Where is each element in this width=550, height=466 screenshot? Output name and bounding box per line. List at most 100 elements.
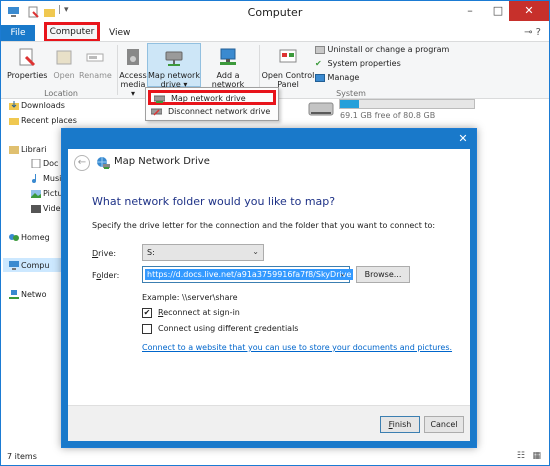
maximize-button[interactable]: □ — [485, 1, 511, 21]
menu-item-disconnect-network-drive[interactable]: Disconnect network drive — [148, 106, 276, 120]
open-button[interactable]: Open — [51, 47, 77, 80]
different-credentials-pre: Connect using different — [158, 324, 255, 333]
homegroup-icon — [9, 234, 19, 241]
folder-label: Folder: — [92, 271, 119, 280]
nav-item-libraries[interactable]: Librari — [21, 145, 46, 154]
drive-letter-select[interactable]: S: ⌄ — [142, 244, 264, 261]
dialog-close-button[interactable]: ✕ — [452, 130, 474, 147]
chevron-down-icon[interactable]: ⌄ — [339, 269, 346, 278]
nav-item-computer[interactable]: Compu — [21, 261, 49, 270]
menu-item-map-network-drive[interactable]: Map network drive — [148, 90, 276, 105]
reconnect-text: econnect at sign-in — [163, 308, 240, 317]
explorer-window: | ▾ Computer – □ ✕ File Computer View ⊸ … — [0, 0, 550, 466]
back-button[interactable]: ← — [74, 155, 90, 171]
open-cp-label-1: Open Control — [261, 71, 315, 80]
menu-item-disconnect-label: Disconnect network drive — [168, 107, 271, 116]
access-media-label-1: Access — [119, 71, 147, 80]
drive-usage-bar — [339, 99, 475, 109]
drive-usage-fill — [340, 100, 360, 108]
tab-view[interactable]: View — [109, 25, 130, 41]
different-credentials-checkbox[interactable] — [142, 324, 152, 334]
nav-item-downloads[interactable]: Downloads — [21, 101, 65, 110]
pictures-icon — [31, 190, 41, 198]
access-media-button[interactable]: Access media ▾ — [119, 47, 147, 98]
browse-button[interactable]: Browse... — [356, 266, 410, 283]
open-label: Open — [53, 71, 75, 80]
checkmark-icon: ✔ — [143, 308, 151, 317]
map-network-drive-dialog: ✕ ← Map Network Drive What network folde… — [61, 128, 477, 448]
menu-item-map-label: Map network drive — [171, 94, 246, 103]
nav-item-documents[interactable]: Doc — [43, 159, 58, 168]
rename-icon — [86, 53, 104, 62]
dialog-title: Map Network Drive — [114, 156, 210, 167]
nav-item-videos[interactable]: Vide — [43, 204, 61, 213]
open-icon — [56, 50, 72, 65]
manage-icon — [315, 73, 325, 82]
nav-item-homegroup[interactable]: Homeg — [21, 233, 50, 242]
details-view-icon[interactable]: ☷ — [517, 451, 525, 461]
control-panel-icon — [279, 49, 297, 63]
media-icon — [127, 49, 139, 65]
recent-places-icon — [9, 118, 19, 125]
nav-item-pictures[interactable]: Pictu — [43, 189, 62, 198]
cancel-button[interactable]: Cancel — [424, 416, 464, 433]
folder-label-post: lder: — [101, 271, 120, 280]
folder-input[interactable]: https://d.docs.live.net/a91a3759916fa7f8… — [142, 266, 354, 283]
dialog-header: ← Map Network Drive — [68, 149, 470, 181]
drive-letter-value: S: — [147, 248, 155, 257]
rename-button[interactable]: Rename — [79, 47, 112, 80]
manage-button[interactable]: Manage — [315, 73, 359, 82]
finish-button[interactable]: Finish — [380, 416, 420, 433]
ribbon-tabs: File Computer View ⊸ ? — [1, 22, 549, 42]
access-media-label-2: media ▾ — [120, 80, 146, 98]
dialog-frame-right — [470, 149, 476, 441]
map-drive-menu: Map network drive Disconnect network dri… — [145, 87, 279, 121]
reconnect-checkbox[interactable]: ✔ — [142, 308, 152, 318]
rename-label: Rename — [79, 71, 112, 80]
hard-drive-icon — [308, 102, 334, 116]
uninstall-icon — [315, 45, 325, 54]
tab-computer[interactable]: Computer — [44, 22, 100, 42]
dialog-content: What network folder would you like to ma… — [68, 181, 470, 405]
nav-item-recent-places[interactable]: Recent places — [21, 116, 77, 125]
network-drive-icon — [97, 157, 110, 169]
dialog-frame-bottom — [62, 441, 476, 447]
large-icons-view-icon[interactable]: ▦ — [532, 451, 541, 461]
system-properties-button[interactable]: ✔ System properties — [315, 59, 401, 68]
folder-input-value: https://d.docs.live.net/a91a3759916fa7f8… — [145, 269, 354, 280]
properties-button[interactable]: Properties — [7, 47, 47, 80]
network-drive-icon — [165, 51, 183, 66]
chevron-down-icon: ⌄ — [252, 247, 259, 256]
properties-icon — [19, 48, 36, 67]
reconnect-label: Reconnect at sign-in — [158, 308, 240, 317]
dialog-title-bar: ✕ — [62, 129, 476, 149]
nav-item-music[interactable]: Musi — [43, 174, 61, 183]
finish-label: inish — [392, 420, 412, 429]
drive-free-space: 69.1 GB free of 80.8 GB — [340, 111, 436, 120]
uninstall-button[interactable]: Uninstall or change a program — [315, 45, 449, 54]
check-icon: ✔ — [315, 58, 322, 68]
item-count: 7 items — [7, 452, 37, 461]
close-button[interactable]: ✕ — [509, 1, 549, 21]
connect-website-link[interactable]: Connect to a website that you can use to… — [142, 343, 452, 352]
minimize-button[interactable]: – — [457, 1, 483, 21]
tab-file[interactable]: File — [1, 25, 35, 41]
folder-example: Example: \\server\share — [142, 293, 238, 302]
properties-label: Properties — [7, 71, 48, 80]
map-network-drive-button[interactable]: Map network drive ▾ — [147, 47, 201, 89]
network-icon — [9, 290, 19, 299]
manage-label: Manage — [327, 73, 360, 82]
map-drive-label-1: Map network — [148, 71, 200, 80]
libraries-icon — [9, 146, 19, 154]
disconnect-drive-icon — [151, 108, 162, 116]
downloads-icon — [9, 101, 19, 110]
ribbon-expand-icon[interactable]: ⊸ ? — [524, 27, 541, 38]
drive-label: Drive: — [92, 249, 116, 258]
open-control-panel-button[interactable]: Open Control Panel — [261, 47, 315, 89]
different-credentials-label: Connect using different credentials — [158, 324, 298, 333]
status-bar: 7 items ☷ ▦ — [1, 449, 549, 465]
group-label-location: Location — [44, 89, 78, 98]
network-location-icon — [220, 48, 236, 65]
nav-item-network[interactable]: Netwo — [21, 290, 46, 299]
system-properties-label: System properties — [327, 59, 401, 68]
